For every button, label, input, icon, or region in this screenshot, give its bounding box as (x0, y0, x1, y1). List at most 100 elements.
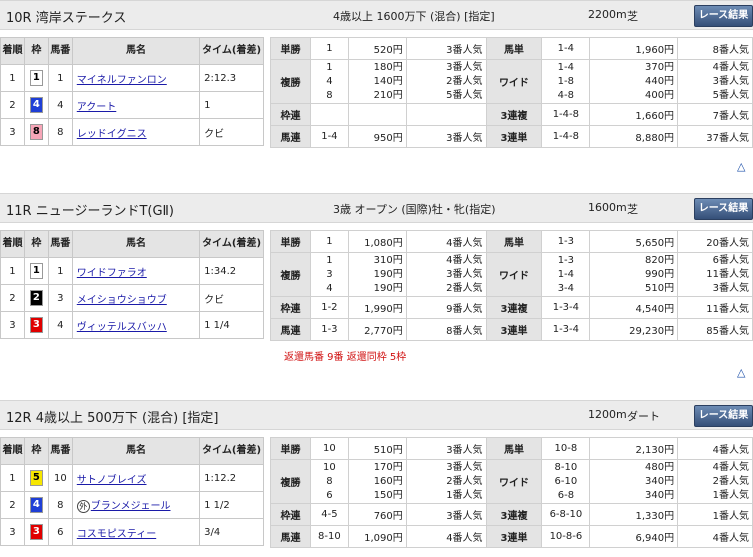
wide-label: ワイド (485, 252, 543, 297)
horse-name-cell: マイネルファンロン (71, 64, 201, 92)
time-cell: 1 (199, 91, 264, 119)
wide-yen-line: 440円 (644, 75, 675, 87)
horse-name-link[interactable]: アクート (77, 102, 117, 113)
fukusho-comb: 1 3 4 (309, 252, 349, 297)
waku-badge: 2 (29, 290, 43, 306)
horse-name-cell: 外ブランメジェール (71, 491, 201, 519)
horse-name-cell: ヴィッテルスバッハ (71, 311, 201, 339)
wakuren-pop: 3番人気 (405, 503, 487, 526)
sanrenpuku-pop: 7番人気 (677, 103, 753, 126)
waku-badge: 5 (29, 470, 43, 486)
wide-comb-line: 3-4 (557, 282, 575, 294)
fukusho-yen-line: 190円 (373, 268, 403, 280)
wide-pop: 4番人気 3番人気 5番人気 (677, 59, 753, 104)
waku-cell: 4 (23, 91, 49, 119)
fukusho-comb: 10 8 6 (309, 459, 349, 504)
payout-row: 馬連 8-10 1,090円 4番人気 3連単 10-8-6 6,940円 4番人気 (270, 525, 753, 548)
waku-badge: 8 (29, 124, 43, 140)
horse-name-link[interactable]: ブランメジェール (91, 501, 171, 512)
table-row: 2 4 8 外ブランメジェール 1 1/2 (0, 491, 264, 519)
umatan-pop: 8番人気 (677, 37, 753, 60)
table-row: 3 8 8 レッドイグニス クビ (0, 118, 264, 146)
scroll-top-icon[interactable]: △ (737, 160, 745, 173)
race-surface: ダート (627, 410, 660, 423)
fukusho-comb-line: 8 (326, 475, 333, 487)
payout-row: 単勝 10 510円 3番人気 馬単 10-8 2,130円 4番人気 (270, 437, 753, 460)
payout-row: 単勝 1 1,080円 4番人気 馬単 1-3 5,650円 20番人気 (270, 230, 753, 253)
fukusho-yen-line: 180円 (373, 61, 403, 73)
umaren-pop: 8番人気 (405, 318, 487, 341)
scroll-top-icon[interactable]: △ (737, 366, 745, 379)
rank-cell: 2 (0, 491, 25, 519)
race-result-button[interactable]: レース結果 (694, 5, 753, 27)
payout-table: 単勝 1 520円 3番人気 馬単 1-4 1,960円 8番人気 複勝 1 4 8 180円 140… (270, 37, 753, 148)
wakuren-yen (347, 103, 407, 126)
fukusho-pop: 3番人気 2番人気 5番人気 (405, 59, 487, 104)
wide-pop-line: 3番人気 (712, 75, 749, 87)
race-header: 12R 4歳以上 500万下 (混合) [指定] 1200m ダート レース結果 (0, 400, 753, 430)
wakuren-label: 枠連 (270, 103, 311, 126)
horse-name-link[interactable]: ワイドファラオ (77, 268, 147, 279)
horse-name-link[interactable]: メイショウショウブ (77, 295, 167, 306)
payout-table: 単勝 1 1,080円 4番人気 馬単 1-3 5,650円 20番人気 複勝 1 3 4 310円… (270, 230, 753, 341)
sanrenpuku-label: 3連複 (485, 503, 543, 526)
sanrentan-comb: 1-3-4 (541, 318, 591, 341)
horse-name-link[interactable]: レッドイグニス (77, 129, 147, 140)
time-header: タイム(着差) (199, 37, 264, 65)
race-result-button[interactable]: レース結果 (694, 198, 753, 220)
umaren-label: 馬連 (270, 525, 311, 548)
sanrenpuku-pop: 1番人気 (677, 503, 753, 526)
horse-number: 1 (47, 257, 73, 285)
wide-comb-line: 1-3 (557, 254, 575, 266)
umatan-comb: 1-3 (541, 230, 591, 253)
wakuren-pop (405, 103, 487, 126)
wide-pop: 6番人気 11番人気 3番人気 (677, 252, 753, 297)
tansho-comb: 1 (309, 230, 349, 253)
wakuren-label: 枠連 (270, 503, 311, 526)
sanrentan-label: 3連単 (485, 318, 543, 341)
fukusho-yen: 170円 160円 150円 (347, 459, 407, 504)
wakuren-pop: 9番人気 (405, 296, 487, 319)
tansho-yen: 520円 (347, 37, 407, 60)
tansho-comb: 1 (309, 37, 349, 60)
wide-yen-line: 340円 (645, 489, 675, 501)
horse-name-link[interactable]: サトノブレイズ (77, 475, 147, 486)
horse-name-cell: メイショウショウブ (71, 284, 201, 312)
time-cell: 1 1/2 (199, 491, 264, 519)
umaren-label: 馬連 (270, 125, 311, 148)
wide-yen-line: 400円 (644, 89, 675, 101)
time-cell: クビ (199, 284, 264, 312)
wide-pop-line: 2番人気 (712, 475, 749, 487)
race-result-button[interactable]: レース結果 (694, 405, 753, 427)
payout-row: 複勝 10 8 6 170円 160円 150円 3番人気 2番人気 1番人気 ワイド 8-10 6-… (270, 459, 753, 504)
horse-number: 1 (47, 64, 73, 92)
horse-name-cell: ワイドファラオ (71, 257, 201, 285)
wide-pop-line: 4番人気 (712, 461, 749, 473)
umatan-comb: 10-8 (541, 437, 591, 460)
horse-number: 10 (47, 464, 73, 492)
fukusho-comb-line: 8 (326, 89, 333, 101)
umatan-label: 馬単 (485, 230, 543, 253)
horse-name-link[interactable]: マイネルファンロン (77, 75, 167, 86)
race-distance: 2200m (588, 8, 627, 21)
num-header: 馬番 (47, 230, 73, 258)
horse-name-link[interactable]: コスモピスティー (77, 529, 156, 540)
sanrentan-yen: 29,230円 (589, 318, 679, 341)
table-row: 2 4 4 アクート 1 (0, 91, 264, 119)
wide-comb-line: 6-8 (557, 489, 575, 501)
table-row: 3 3 4 ヴィッテルスバッハ 1 1/4 (0, 311, 264, 339)
race-title: 11R ニュージーランドT(GⅡ) (6, 204, 175, 219)
fukusho-yen-line: 190円 (373, 282, 403, 294)
tansho-label: 単勝 (270, 437, 311, 460)
fukusho-comb-line: 4 (326, 75, 333, 87)
wide-label: ワイド (485, 59, 543, 104)
horse-name-link[interactable]: ヴィッテルスバッハ (77, 322, 167, 333)
umaren-yen: 950円 (347, 125, 407, 148)
horse-number: 8 (47, 118, 73, 146)
waku-badge: 1 (29, 263, 43, 279)
wide-yen: 370円 440円 400円 (589, 59, 679, 104)
sanrenpuku-comb: 6-8-10 (541, 503, 591, 526)
wakuren-comb: 1-2 (309, 296, 349, 319)
fukusho-pop-line: 4番人気 (446, 254, 483, 266)
race-conditions: 4歳以上 1600万下 (混合) [指定] (333, 10, 495, 23)
